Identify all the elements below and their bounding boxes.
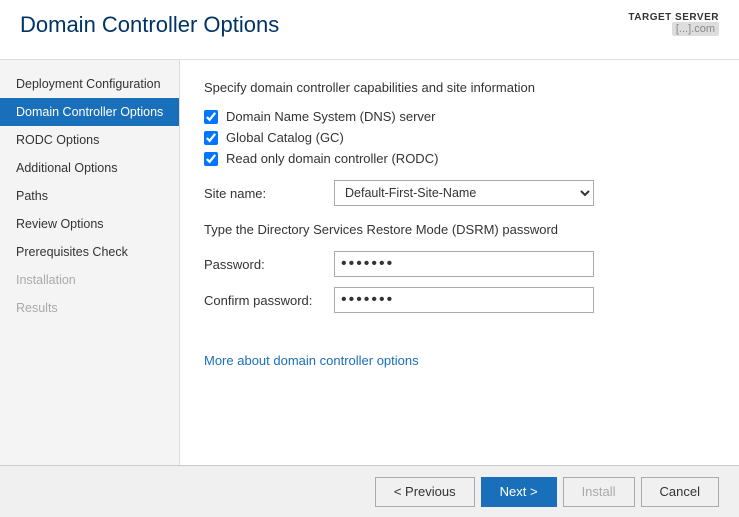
previous-button[interactable]: < Previous: [375, 477, 475, 507]
confirm-password-label: Confirm password:: [204, 293, 334, 308]
password-row: Password:: [204, 251, 715, 277]
dns-server-checkbox-row: Domain Name System (DNS) server: [204, 109, 715, 124]
capabilities-checkboxes: Domain Name System (DNS) server Global C…: [204, 109, 715, 166]
sidebar: Deployment Configuration Domain Controll…: [0, 60, 180, 465]
sidebar-item-additional-options[interactable]: Additional Options: [0, 154, 179, 182]
global-catalog-checkbox[interactable]: [204, 131, 218, 145]
target-server-name: [...].com: [672, 22, 719, 36]
dsrm-section-label: Type the Directory Services Restore Mode…: [204, 222, 715, 237]
footer: < Previous Next > Install Cancel: [0, 465, 739, 517]
install-button[interactable]: Install: [563, 477, 635, 507]
password-label: Password:: [204, 257, 334, 272]
site-name-select[interactable]: Default-First-Site-Name: [334, 180, 594, 206]
sidebar-item-installation: Installation: [0, 266, 179, 294]
header: Domain Controller Options TARGET SERVER …: [0, 0, 739, 60]
sidebar-item-rodc-options[interactable]: RODC Options: [0, 126, 179, 154]
dns-server-label: Domain Name System (DNS) server: [226, 109, 436, 124]
section-description: Specify domain controller capabilities a…: [204, 80, 715, 95]
global-catalog-label: Global Catalog (GC): [226, 130, 344, 145]
cancel-button[interactable]: Cancel: [641, 477, 719, 507]
target-server-info: TARGET SERVER [...].com: [628, 12, 719, 35]
main-window: Domain Controller Options TARGET SERVER …: [0, 0, 739, 517]
password-input[interactable]: [334, 251, 594, 277]
content-area: Specify domain controller capabilities a…: [180, 60, 739, 465]
page-title: Domain Controller Options: [20, 12, 279, 38]
sidebar-item-prerequisites-check[interactable]: Prerequisites Check: [0, 238, 179, 266]
more-about-link[interactable]: More about domain controller options: [204, 353, 419, 368]
dns-server-checkbox[interactable]: [204, 110, 218, 124]
main-content: Deployment Configuration Domain Controll…: [0, 60, 739, 465]
confirm-password-row: Confirm password:: [204, 287, 715, 313]
rodc-checkbox-row: Read only domain controller (RODC): [204, 151, 715, 166]
site-name-row: Site name: Default-First-Site-Name: [204, 180, 715, 206]
sidebar-item-deployment-configuration[interactable]: Deployment Configuration: [0, 70, 179, 98]
sidebar-item-results: Results: [0, 294, 179, 322]
global-catalog-checkbox-row: Global Catalog (GC): [204, 130, 715, 145]
sidebar-item-domain-controller-options[interactable]: Domain Controller Options: [0, 98, 179, 126]
rodc-checkbox[interactable]: [204, 152, 218, 166]
sidebar-item-paths[interactable]: Paths: [0, 182, 179, 210]
site-name-label: Site name:: [204, 186, 334, 201]
rodc-label: Read only domain controller (RODC): [226, 151, 438, 166]
next-button[interactable]: Next >: [481, 477, 557, 507]
confirm-password-input[interactable]: [334, 287, 594, 313]
sidebar-item-review-options[interactable]: Review Options: [0, 210, 179, 238]
